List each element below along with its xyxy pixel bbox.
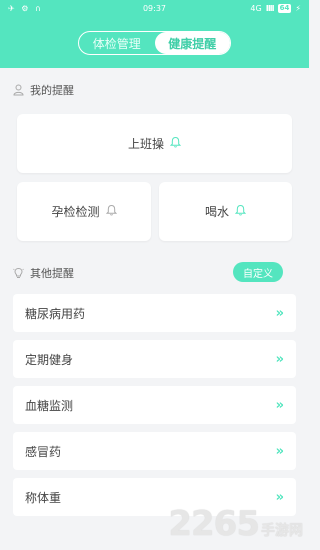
reminder-label: 上班操 [127, 137, 164, 151]
tab-checkup-management[interactable]: 体检管理 [79, 32, 155, 54]
bell-icon [234, 204, 247, 219]
list-item-blood-sugar[interactable]: 血糖监测 » [13, 386, 296, 424]
list-item-label: 称体重 [25, 490, 62, 505]
reminder-card-work-exercise[interactable]: 上班操 [17, 114, 292, 173]
signal-icon: IIII [265, 4, 275, 13]
reminder-card-prenatal-check[interactable]: 孕检检测 [17, 182, 151, 241]
status-right: 4G IIII 64 ⚡ [250, 4, 301, 13]
chevron-right-icon: » [275, 351, 284, 367]
other-reminders-title: 其他提醒 [30, 267, 74, 280]
list-item-label: 血糖监测 [25, 398, 74, 413]
charging-icon: ⚡ [295, 4, 301, 13]
network-label: 4G [250, 4, 262, 13]
header-bar: ✈ ⚙ ∩ 09:37 4G IIII 64 ⚡ 体检管理 健康提醒 [0, 0, 309, 68]
reminder-label: 喝水 [204, 205, 229, 219]
person-icon [13, 84, 24, 96]
my-reminders-header: 我的提醒 [13, 82, 74, 98]
chevron-right-icon: » [275, 305, 284, 321]
watermark-suffix: 手游网 [261, 523, 303, 539]
watermark-number: 2265 [168, 504, 260, 544]
chevron-right-icon: » [275, 397, 284, 413]
chevron-right-icon: » [275, 443, 284, 459]
bell-icon [169, 136, 182, 151]
list-item-regular-fitness[interactable]: 定期健身 » [13, 340, 296, 378]
reminder-card-drink-water[interactable]: 喝水 [159, 182, 292, 241]
tab-health-reminders[interactable]: 健康提醒 [154, 32, 230, 54]
custom-reminder-button[interactable]: 自定义 [233, 262, 283, 282]
my-reminders-title: 我的提醒 [30, 84, 74, 97]
reminder-label: 孕检检测 [51, 205, 100, 219]
list-item-diabetes-medication[interactable]: 糖尿病用药 » [13, 294, 296, 332]
other-reminders-header: 其他提醒 [13, 265, 74, 281]
chevron-right-icon: » [275, 489, 284, 505]
list-item-label: 糖尿病用药 [25, 306, 86, 321]
site-watermark-logo: 2265 手游网 [168, 504, 303, 544]
header-tab-switcher: 体检管理 健康提醒 [78, 31, 231, 55]
lightbulb-icon [13, 267, 24, 279]
status-bar: ✈ ⚙ ∩ 09:37 4G IIII 64 ⚡ [0, 0, 309, 18]
battery-icon: 64 [277, 4, 292, 13]
list-item-cold-medicine[interactable]: 感冒药 » [13, 432, 296, 470]
bell-icon [105, 204, 117, 219]
list-item-label: 定期健身 [25, 352, 74, 367]
list-item-label: 感冒药 [25, 444, 62, 459]
